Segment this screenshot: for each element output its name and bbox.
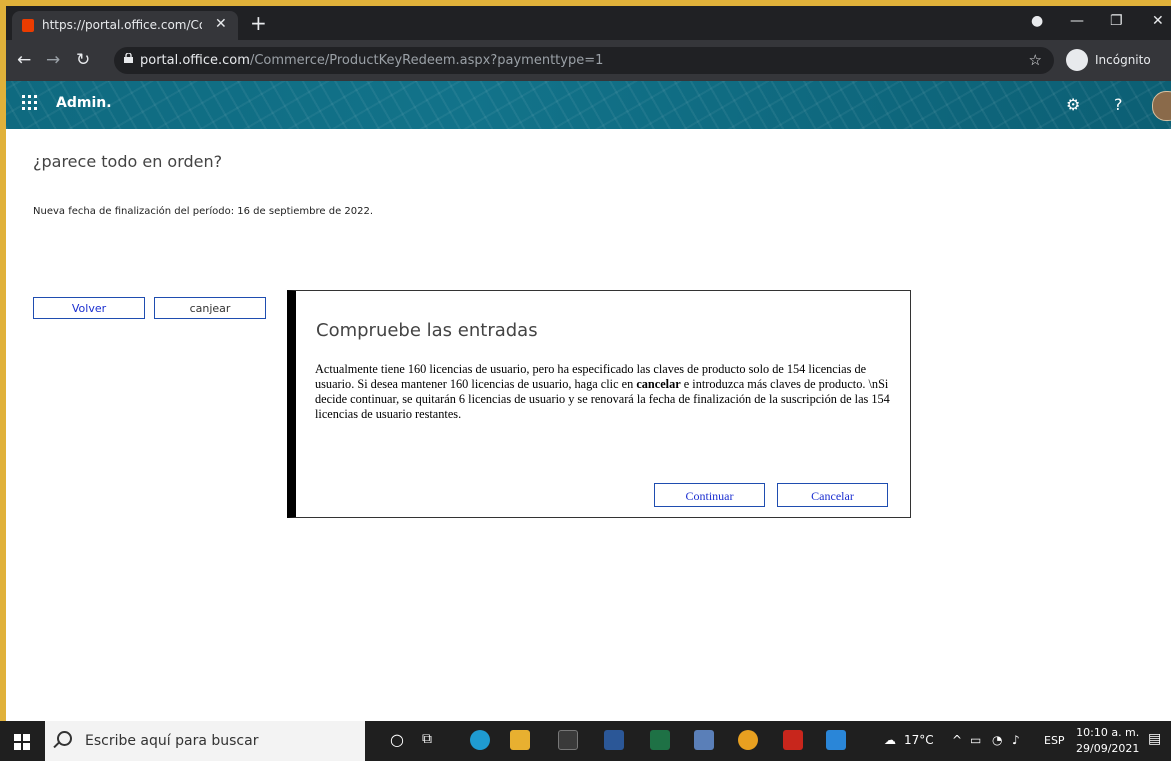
app-name[interactable]: Admin. [56,95,112,111]
continue-button[interactable]: Continuar [654,483,765,507]
settings-gear-icon[interactable]: ⚙ [1066,95,1080,114]
clock-date: 29/09/2021 [1076,742,1140,755]
lock-icon [124,53,133,63]
tray-chevron-icon[interactable]: ^ [952,733,962,747]
task-view-icon[interactable]: ⧉ [422,731,432,747]
browser-menu-icon[interactable]: ⋮ [1166,50,1171,69]
new-end-date-text: Nueva fecha de finalización del período:… [33,206,374,217]
office-favicon-icon [22,19,34,32]
close-window-icon[interactable]: ✕ [1152,13,1164,29]
acrobat-icon[interactable] [783,730,803,750]
bookmark-star-icon[interactable]: ☆ [1029,51,1042,69]
chrome-icon[interactable] [738,730,758,750]
weather-icon[interactable]: ☁ [884,733,896,747]
taskbar-clock[interactable]: 10:10 a. m. 29/09/2021 [1076,725,1139,757]
cortana-icon[interactable]: ○ [390,730,404,749]
url-text: portal.office.com/Commerce/ProductKeyRed… [140,53,604,68]
minimize-icon[interactable]: — [1070,13,1084,29]
incognito-icon [1066,49,1088,71]
back-button[interactable]: Volver [33,297,145,319]
volume-icon[interactable]: ♪ [1012,733,1020,747]
browser-tab[interactable]: https://portal.office.com/Comme ✕ [12,11,238,40]
user-avatar[interactable] [1152,91,1171,121]
check-entries-dialog: Compruebe las entradas Actualmente tiene… [287,290,911,518]
weather-text[interactable]: 17°C [904,733,934,747]
page-heading: ¿parece todo en orden? [33,152,223,171]
tab-title: https://portal.office.com/Comme [42,18,202,32]
browser-tab-bar: https://portal.office.com/Comme ✕ + ● — … [6,6,1171,40]
reload-icon[interactable]: ↻ [76,50,90,70]
cancel-button[interactable]: Cancelar [777,483,888,507]
app-launcher-waffle-icon[interactable] [22,95,38,111]
redeem-button[interactable]: canjear [154,297,266,319]
language-indicator[interactable]: ESP [1044,734,1065,747]
excel-icon[interactable] [650,730,670,750]
incognito-label: Incógnito [1095,53,1151,67]
back-arrow-icon[interactable]: ← [17,50,31,70]
remote-desktop-icon[interactable] [826,730,846,750]
taskbar-search-box[interactable]: Escribe aquí para buscar [45,721,365,761]
admin-header: Admin. ⚙ ? [6,81,1171,129]
forward-arrow-icon[interactable]: → [46,50,60,70]
app-icon[interactable] [694,730,714,750]
word-icon[interactable] [604,730,624,750]
network-icon[interactable]: ◔ [992,733,1002,747]
battery-icon[interactable]: ▭ [970,733,981,747]
browser-address-bar: ← → ↻ portal.office.com/Commerce/Product… [6,40,1171,81]
windows-taskbar: Escribe aquí para buscar ○ ⧉ ☁ 17°C ^ ▭ … [0,721,1171,761]
dialog-title: Compruebe las entradas [316,320,538,341]
restore-icon[interactable]: ❐ [1110,13,1123,29]
windows-start-icon[interactable] [14,734,30,750]
clock-time: 10:10 a. m. [1076,726,1140,739]
profile-dropdown-icon[interactable]: ● [1031,13,1043,29]
tab-close-icon[interactable]: ✕ [215,16,227,32]
new-tab-plus-icon[interactable]: + [250,11,267,35]
incognito-indicator[interactable]: Incógnito [1066,49,1152,73]
file-explorer-icon[interactable] [510,730,530,750]
search-placeholder: Escribe aquí para buscar [85,733,259,749]
dialog-message: Actualmente tiene 160 licencias de usuar… [315,362,890,421]
help-question-icon[interactable]: ? [1114,95,1123,114]
search-icon [57,731,72,746]
edge-icon[interactable] [470,730,490,750]
store-icon[interactable] [558,730,578,750]
url-input[interactable]: portal.office.com/Commerce/ProductKeyRed… [114,47,1054,74]
notification-icon[interactable]: ▤ [1148,731,1161,747]
